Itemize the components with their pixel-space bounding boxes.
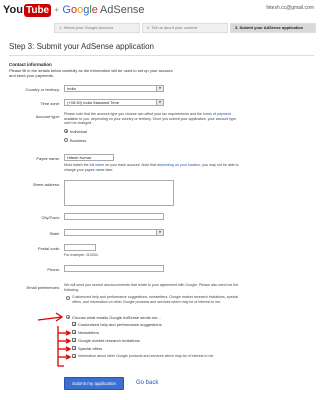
postal-label: Postal code: xyxy=(37,246,60,251)
email-preferences-intro: We will send you service announcements t… xyxy=(64,283,239,292)
checkbox-customized-help-label: Customized help and performance suggesti… xyxy=(78,322,162,327)
checkbox-newsletters-label: Newsletters xyxy=(78,330,99,335)
account-type-individual-label: Individual xyxy=(70,129,87,134)
logo-tube: Tube xyxy=(23,4,52,17)
postal-code-input[interactable] xyxy=(64,244,96,251)
logo-you: You xyxy=(3,4,23,16)
city-input[interactable] xyxy=(64,213,164,220)
email-choose-radio[interactable] xyxy=(66,315,70,319)
contact-intro: Please fill in the details below careful… xyxy=(9,68,173,78)
go-back-link[interactable]: Go back xyxy=(136,380,158,386)
divider xyxy=(9,55,314,56)
city-label: City/Town: xyxy=(41,215,60,220)
state-label: State: xyxy=(49,231,60,236)
annotation-arrow-choose xyxy=(37,316,63,321)
account-type-label: Account type: xyxy=(35,114,60,119)
chevron-down-icon: ▼ xyxy=(156,86,163,91)
country-select[interactable]: India ▼ xyxy=(64,85,164,92)
payee-value: Hitesh Kumar xyxy=(67,155,92,160)
timezone-label: Time zone: xyxy=(40,101,60,106)
street-address-input[interactable] xyxy=(64,180,174,206)
payee-input[interactable]: Hitesh Kumar xyxy=(64,154,114,161)
section-title-contact: Contact information xyxy=(9,62,52,67)
account-type-business-label: Business xyxy=(70,138,87,143)
submit-application-button[interactable]: Submit my application xyxy=(64,377,124,390)
chevron-down-icon: ▼ xyxy=(156,230,163,235)
account-type-note: Please note that the account type you ch… xyxy=(64,112,237,126)
payee-help: Must match the full name on your bank ac… xyxy=(64,163,239,172)
checkbox-newsletters[interactable]: ✓ xyxy=(72,330,76,335)
postal-example: For example: 110034 xyxy=(64,253,98,257)
timezone-select[interactable]: (+05:30) India Standard Time ▼ xyxy=(64,99,164,106)
email-customized-label: Customized help and performance suggesti… xyxy=(72,295,238,304)
checkbox-special-offers-label: Special offers xyxy=(78,346,103,351)
checkbox-other-products-label: Information about other Google products … xyxy=(78,354,214,358)
email-choose-label: Choose what emails Google AdSense sends … xyxy=(72,315,161,320)
step-progress: 1. Select your Google Account 2. Tell us… xyxy=(54,23,316,33)
user-email[interactable]: hitesh.cc@gmail.com xyxy=(266,5,314,11)
email-preferences-label: Email preferences: xyxy=(26,285,60,290)
account-type-business-radio[interactable] xyxy=(64,138,68,142)
step-select-account: 1. Select your Google Account xyxy=(54,23,140,33)
step-tell-content: 2. Tell us about your content xyxy=(142,23,228,33)
checkbox-market-research-label: Google market research invitations xyxy=(78,338,140,343)
step-submit-application: 3. Submit your AdSense application xyxy=(230,23,316,33)
chevron-down-icon: ▼ xyxy=(156,100,163,105)
logo-adsense: AdSense xyxy=(99,4,145,16)
checkbox-customized-help[interactable]: ✓ xyxy=(72,322,76,327)
street-label: Street address: xyxy=(32,182,60,187)
phone-input[interactable] xyxy=(64,265,164,272)
forms-of-payment-link[interactable]: forms of payment xyxy=(203,112,231,116)
logo-google: Google xyxy=(62,4,98,16)
checkbox-market-research[interactable]: ✓ xyxy=(72,338,76,343)
checkbox-special-offers[interactable]: ✓ xyxy=(72,346,76,351)
country-label: Country or territory: xyxy=(25,87,60,92)
email-customized-radio[interactable] xyxy=(66,296,70,300)
country-value: India xyxy=(67,86,76,91)
youtube-adsense-logo: You Tube + Google AdSense xyxy=(3,3,145,17)
phone-label: Phone: xyxy=(47,267,60,272)
page-title: Step 3: Submit your AdSense application xyxy=(9,42,154,51)
state-select[interactable]: ▼ xyxy=(64,229,164,236)
logo-plus: + xyxy=(54,5,60,15)
account-type-individual-radio[interactable] xyxy=(64,129,68,133)
top-bar: You Tube + Google AdSense hitesh.cc@gmail.co… xyxy=(0,0,318,22)
checkbox-other-products[interactable]: ✓ xyxy=(72,354,76,359)
payee-label: Payee name: xyxy=(36,156,60,161)
location-link[interactable]: depending on your location xyxy=(157,163,200,167)
full-name-link[interactable]: full name xyxy=(90,163,105,167)
timezone-value: (+05:30) India Standard Time xyxy=(67,100,119,105)
annotation-bracket xyxy=(57,326,64,367)
annotation-arrows xyxy=(37,312,72,367)
annotation-arrow-choose-head xyxy=(55,312,64,322)
